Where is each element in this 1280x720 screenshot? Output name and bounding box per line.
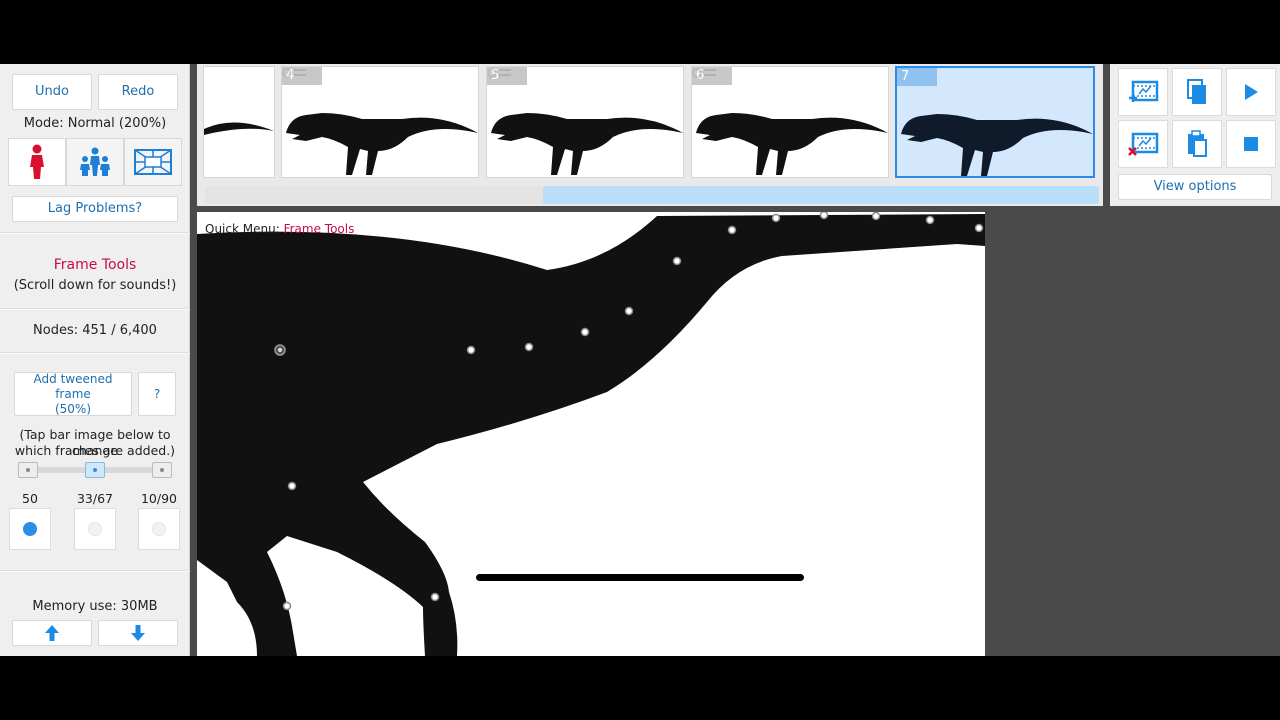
play-icon [1245, 84, 1258, 100]
frame-thumbnail[interactable]: 4 [281, 66, 479, 178]
frame-thumbnail[interactable] [203, 66, 275, 178]
trex-thumbnail [901, 114, 1093, 176]
paste-frame-button[interactable] [1172, 120, 1222, 168]
app-window: Undo Redo Mode: Normal (200%) Lag Proble… [0, 64, 1280, 656]
arrow-up-icon [45, 625, 59, 641]
tween-bar-stop-end[interactable] [152, 462, 172, 478]
root-node[interactable] [274, 344, 286, 356]
nodes-count: Nodes: 451 / 6,400 [33, 323, 157, 338]
left-panel: Undo Redo Mode: Normal (200%) Lag Proble… [0, 64, 190, 656]
scroll-up-button[interactable] [12, 620, 92, 646]
figure-icon [30, 144, 44, 179]
trex-thumbnail [696, 113, 888, 175]
delete-frame-button[interactable] [1118, 120, 1168, 168]
tween-option-radio[interactable] [9, 508, 51, 550]
frame-thumbnail[interactable]: 5 [486, 66, 684, 178]
trex-thumbnail [286, 113, 478, 175]
tween-option-label: 50 [22, 491, 38, 506]
timeline-scroll-thumb[interactable] [543, 186, 1099, 204]
scroll-down-button[interactable] [98, 620, 178, 646]
memory-usage: Memory use: 30MB [32, 599, 158, 614]
radio-dot [152, 522, 166, 536]
scene-icon [134, 149, 172, 175]
drawing-canvas[interactable]: Quick Menu: Frame Tools [197, 212, 985, 656]
add-tweened-frame-button[interactable]: Add tweened frame (50%) [14, 372, 132, 416]
frame-tools-panel: View options [1110, 64, 1280, 206]
add-frame-button[interactable] [1118, 68, 1168, 116]
divider [0, 570, 190, 572]
add-tween-label: Add tweened frame [33, 371, 113, 401]
tween-option-radio[interactable] [74, 508, 116, 550]
undo-button[interactable]: Undo [12, 74, 92, 110]
trex-thumbnail [204, 122, 274, 135]
stop-button[interactable] [1226, 120, 1276, 168]
view-options-button[interactable]: View options [1118, 174, 1272, 200]
quick-menu-prefix: Quick Menu: [205, 222, 280, 236]
add-frame-icon [1129, 80, 1159, 102]
frame-badge-icon [282, 68, 306, 78]
section-title: Frame Tools [53, 257, 137, 273]
trex-thumbnail [491, 113, 683, 175]
mode-figure-button[interactable] [8, 138, 66, 186]
radio-dot [88, 522, 102, 536]
frame-badge-icon [487, 68, 511, 78]
tween-option-label: 33/67 [76, 491, 114, 506]
add-tween-percent: (50%) [54, 401, 92, 416]
lag-problems-button[interactable]: Lag Problems? [12, 196, 178, 222]
quick-menu[interactable]: Quick Menu: Frame Tools [205, 222, 354, 236]
mode-label: Mode: Normal (200%) [23, 116, 167, 131]
divider [0, 232, 190, 234]
divider [0, 352, 190, 354]
mode-scene-button[interactable] [124, 138, 182, 186]
paste-icon [1188, 130, 1207, 157]
copy-frame-button[interactable] [1172, 68, 1222, 116]
play-button[interactable] [1226, 68, 1276, 116]
copy-icon [1187, 79, 1206, 104]
frame-timeline[interactable]: 4 5 6 7 [197, 64, 1103, 206]
delete-frame-icon [1128, 132, 1159, 156]
frame-badge-icon [692, 68, 716, 78]
radio-dot-selected [23, 522, 37, 536]
frame-thumbnail-selected[interactable]: 7 [895, 66, 1095, 178]
home-indicator [476, 574, 804, 581]
mode-group-button[interactable] [66, 138, 124, 186]
trex-figure[interactable] [197, 212, 985, 656]
help-button[interactable]: ? [138, 372, 176, 416]
arrow-down-icon [131, 625, 145, 641]
redo-button[interactable]: Redo [98, 74, 178, 110]
tween-bar-stop-start[interactable] [18, 462, 38, 478]
hint-line-2: which frames are added.) [14, 443, 176, 458]
frame-thumbnail[interactable]: 6 [691, 66, 889, 178]
divider [0, 308, 190, 310]
group-icon [80, 147, 110, 176]
tween-bar-stop-middle[interactable] [85, 462, 105, 478]
quick-menu-item[interactable]: Frame Tools [284, 222, 355, 236]
tween-option-radio[interactable] [138, 508, 180, 550]
tween-option-label: 10/90 [140, 491, 178, 506]
timeline-scrollbar[interactable] [205, 186, 1099, 204]
section-subtitle: (Scroll down for sounds!) [13, 278, 177, 293]
stop-icon [1244, 137, 1258, 151]
